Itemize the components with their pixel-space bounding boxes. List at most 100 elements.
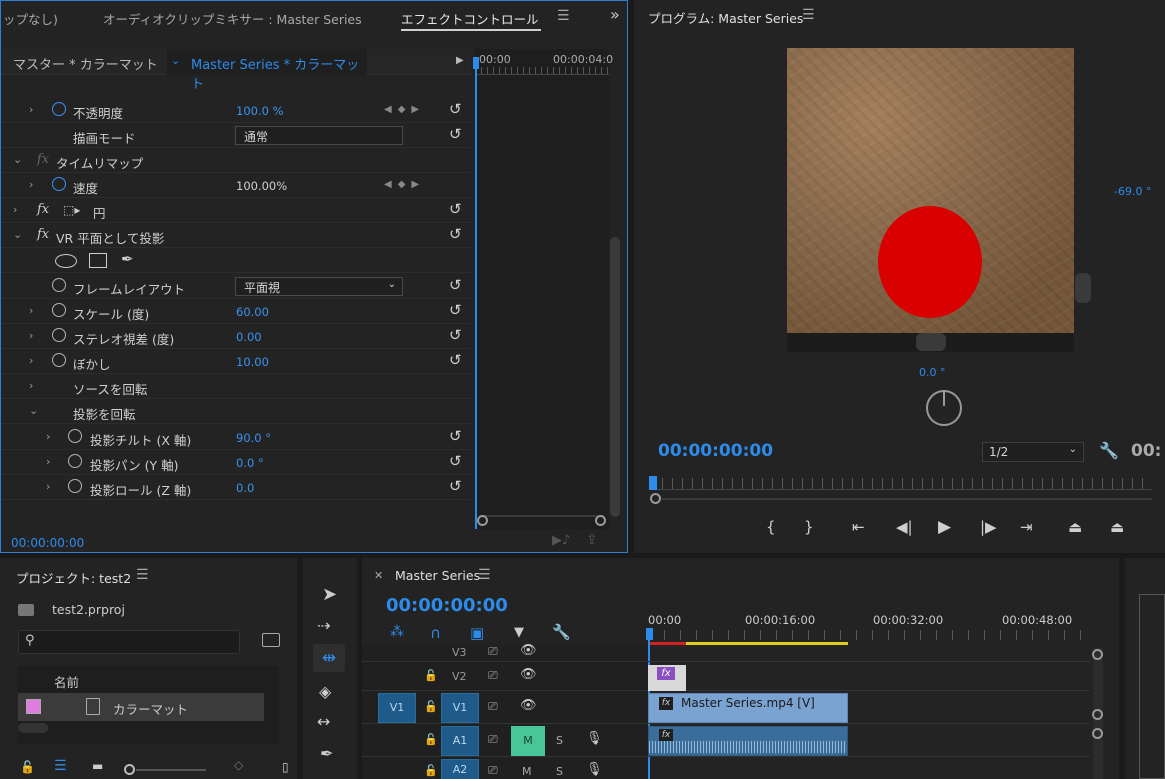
expand-chevron-icon[interactable]: › (29, 379, 33, 392)
mic-icon[interactable]: 🎙 (586, 731, 603, 746)
frame-layout-dropdown[interactable]: 平面視 ⌄ (235, 277, 403, 296)
panel-menu-icon[interactable]: ☰ (557, 8, 570, 24)
track-label-v3[interactable]: V3 (452, 646, 467, 659)
ec-zoom-bar[interactable] (481, 515, 603, 525)
program-zoom-handle[interactable] (650, 493, 661, 504)
mute-button[interactable]: M (511, 726, 545, 756)
program-zoom-bar[interactable] (662, 498, 1152, 500)
keyframe-nav-icon[interactable]: ◀◆▶ (384, 179, 425, 190)
track-label-v2[interactable]: V2 (452, 670, 467, 683)
search-input[interactable]: ⚲ (18, 630, 240, 654)
mark-in-icon[interactable]: { (766, 518, 776, 536)
close-icon[interactable]: ✕ (374, 569, 383, 582)
tab-effect-controls[interactable]: エフェクトコントロール (401, 9, 539, 28)
red-circle-shape[interactable] (878, 206, 982, 318)
ripple-edit-tool-icon[interactable]: ⇹ (313, 644, 345, 672)
lift-icon[interactable]: ⏏ (1068, 518, 1082, 536)
stopwatch-icon[interactable] (68, 429, 82, 443)
lock-icon[interactable]: 🔓 (424, 700, 438, 713)
program-playhead[interactable] (649, 476, 657, 490)
sequence-title[interactable]: Master Series (395, 568, 480, 583)
collapse-chevron-icon[interactable]: ⌄ (29, 404, 38, 417)
pan-value[interactable]: 0.0 ° (236, 456, 264, 470)
track-select-tool-icon[interactable]: ⇢ (317, 616, 330, 635)
tab-audio-clip-mixer[interactable]: オーディオクリップミキサー : Master Series (103, 9, 362, 28)
mute-button-a2[interactable]: M (522, 765, 532, 778)
vr-horizontal-scroll[interactable] (916, 333, 946, 351)
column-name-header[interactable]: 名前 (54, 672, 79, 691)
stopwatch-icon[interactable] (52, 328, 66, 342)
selection-tool-icon[interactable]: ➤ (322, 584, 337, 605)
reset-icon[interactable]: ↺ (449, 225, 462, 243)
snap-magnet-icon[interactable]: ∩ (430, 624, 441, 642)
keyframe-nav-icon[interactable]: ◀◆▶ (384, 104, 425, 115)
resolution-dropdown[interactable]: 1/2 ⌄ (982, 442, 1084, 462)
expand-chevron-icon[interactable]: › (29, 329, 33, 342)
stopwatch-icon[interactable] (52, 278, 66, 292)
reset-icon[interactable]: ↺ (449, 477, 462, 495)
stopwatch-icon[interactable] (52, 353, 66, 367)
zoom-slider-track[interactable] (136, 769, 206, 771)
track-target-v1[interactable]: V1 (441, 693, 479, 723)
tilt-value[interactable]: 90.0 ° (236, 431, 271, 445)
panel-menu-icon[interactable]: ☰ (136, 567, 149, 583)
solo-button[interactable]: S (556, 734, 563, 747)
extract-icon[interactable]: ⏏ (1110, 518, 1124, 536)
ec-playhead-handle[interactable] (473, 57, 479, 69)
panel-menu-icon[interactable]: ☰ (478, 567, 491, 583)
expand-chevron-icon[interactable]: › (29, 178, 33, 191)
rectangle-mask-icon[interactable] (89, 253, 107, 268)
lock-icon[interactable]: 🔓 (20, 760, 35, 774)
go-to-in-icon[interactable]: ⇤ (852, 518, 865, 536)
stopwatch-icon[interactable] (68, 479, 82, 493)
reset-icon[interactable]: ↺ (449, 100, 462, 118)
reset-icon[interactable]: ↺ (449, 452, 462, 470)
video-frame[interactable] (787, 48, 1074, 333)
clip-selector[interactable]: ⌄ Master Series * カラーマット (167, 49, 367, 92)
vscroll-handle-mid[interactable] (1092, 709, 1103, 720)
reset-icon[interactable]: ↺ (449, 276, 462, 294)
collapse-chevron-icon[interactable]: ⌄ (13, 153, 22, 166)
fx-icon[interactable]: fx (37, 202, 49, 217)
vscroll-handle-top[interactable] (1092, 649, 1103, 660)
project-scrollbar[interactable] (18, 723, 48, 733)
reset-icon[interactable]: ↺ (449, 125, 462, 143)
linked-select-icon[interactable]: ▣ (470, 624, 484, 642)
list-view-icon[interactable]: ☰ (54, 758, 67, 774)
ec-scrollbar[interactable] (610, 237, 620, 517)
step-back-icon[interactable]: ◀| (896, 518, 913, 536)
eye-icon[interactable]: 👁 (520, 698, 537, 713)
lock-icon[interactable]: 🔓 (424, 669, 438, 682)
play-icon[interactable]: ▶ (938, 517, 951, 537)
collapse-chevron-icon[interactable]: ⌄ (13, 228, 22, 241)
stopwatch-icon[interactable] (52, 303, 66, 317)
vr-dial-icon[interactable] (926, 390, 962, 426)
insert-nest-icon[interactable]: ⁂ (390, 624, 404, 640)
sort-icon[interactable]: ◇ (234, 758, 243, 772)
toggle-output-icon[interactable]: ⎚ (488, 668, 498, 683)
step-forward-icon[interactable]: |▶ (980, 518, 997, 536)
ec-playhead[interactable] (475, 57, 477, 529)
tab-clip-mixer-partial[interactable]: ップなし) (3, 9, 58, 28)
lock-icon[interactable]: 🔓 (424, 733, 438, 746)
scale-value[interactable]: 60.00 (236, 305, 269, 319)
expand-chevron-icon[interactable]: › (46, 480, 50, 493)
speed-value[interactable]: 100.00% (236, 179, 287, 193)
fx-icon[interactable]: fx (37, 152, 49, 167)
add-marker-icon[interactable]: ▼ (514, 625, 524, 640)
master-label[interactable]: マスター * カラーマット (13, 54, 158, 73)
reset-icon[interactable]: ↺ (449, 301, 462, 319)
audio-clip[interactable]: fx (648, 726, 848, 756)
mic-icon[interactable]: 🎙 (586, 762, 603, 777)
eye-icon[interactable]: 👁 (520, 667, 537, 682)
toggle-output-icon[interactable]: ⎚ (488, 644, 498, 659)
ec-zoom-handle-left[interactable] (477, 515, 488, 526)
roll-value[interactable]: 0.0 (236, 481, 254, 495)
timeline-playhead-handle[interactable] (646, 628, 653, 640)
blend-mode-dropdown[interactable]: 通常 (235, 126, 403, 145)
expand-chevron-icon[interactable]: › (29, 354, 33, 367)
program-title[interactable]: プログラム: Master Series (648, 8, 803, 27)
new-bin-icon[interactable] (262, 633, 280, 647)
pen-mask-icon[interactable]: ✒ (121, 250, 134, 268)
slip-tool-icon[interactable]: ↔ (317, 712, 330, 731)
